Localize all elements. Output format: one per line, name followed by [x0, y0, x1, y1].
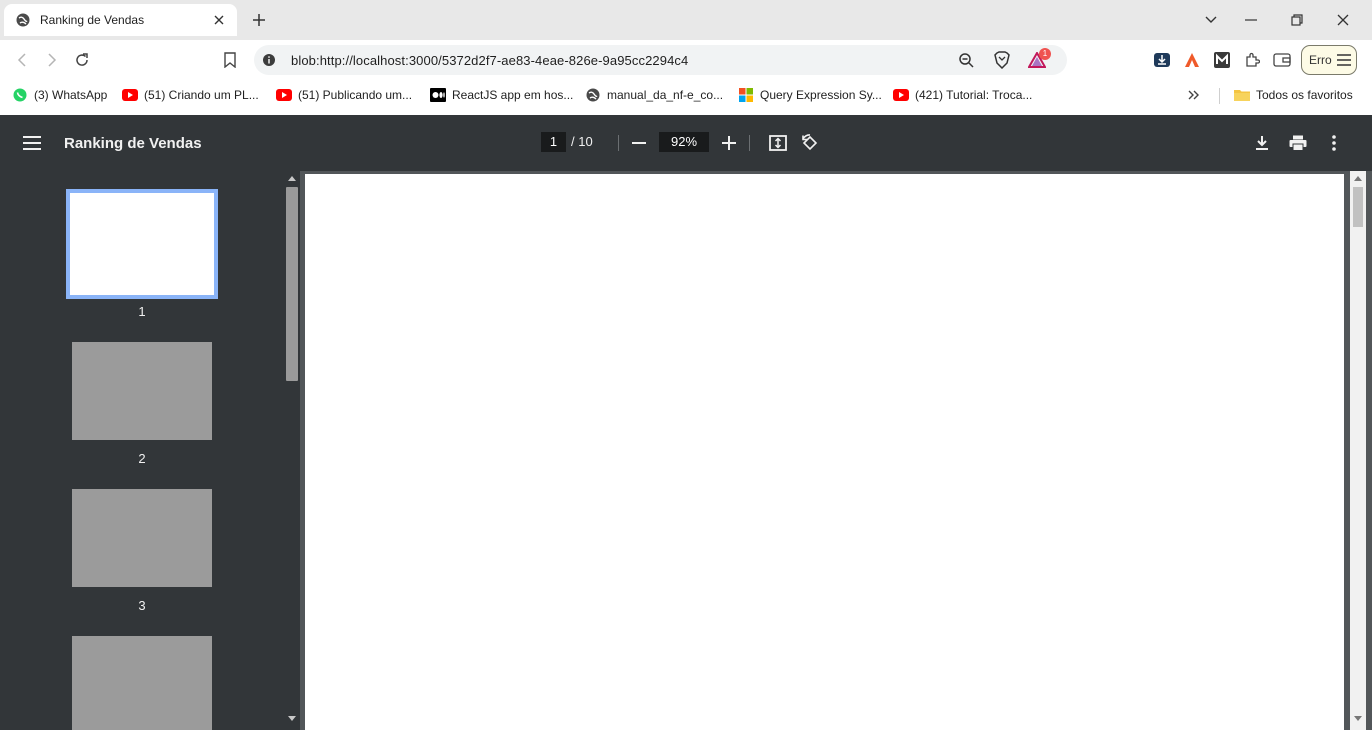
profile-error-button[interactable]: Erro: [1301, 45, 1357, 75]
bookmark-item[interactable]: Query Expression Sy...: [738, 87, 882, 103]
page-number-input[interactable]: 1: [541, 132, 566, 152]
thumbnail-label: 3: [138, 598, 146, 613]
bookmark-icon[interactable]: [220, 50, 240, 70]
globe-icon: [585, 87, 601, 103]
bookmark-item[interactable]: (421) Tutorial: Troca...: [893, 87, 1032, 103]
zoom-out-icon[interactable]: [629, 133, 649, 153]
thumbnail-label: 2: [138, 451, 146, 466]
tab-strip: Ranking de Vendas: [0, 0, 1372, 40]
youtube-icon: [276, 87, 292, 103]
folder-icon: [1234, 87, 1250, 103]
downloads-icon[interactable]: [1152, 50, 1172, 70]
tab-title: Ranking de Vendas: [40, 13, 145, 27]
fit-to-page-icon[interactable]: [768, 133, 788, 153]
profile-error-label: Erro: [1309, 53, 1332, 67]
bookmarks-bar: (3) WhatsApp (51) Criando um PL... (51) …: [0, 80, 1372, 110]
bookmark-item[interactable]: ReactJS app em hos...: [430, 87, 573, 103]
document-viewport: [300, 171, 1372, 734]
toolbar-divider: [749, 135, 750, 151]
reload-button[interactable]: [72, 50, 92, 70]
zoom-icon[interactable]: [957, 51, 975, 69]
back-button[interactable]: [12, 50, 32, 70]
page-count: / 10: [571, 134, 593, 149]
thumbnail-label: 1: [138, 304, 146, 319]
rewards-badge: 1: [1039, 48, 1051, 60]
whatsapp-icon: [12, 87, 28, 103]
address-bar[interactable]: blob:http://localhost:3000/5372d2f7-ae83…: [254, 45, 1067, 75]
url-text: blob:http://localhost:3000/5372d2f7-ae83…: [291, 53, 689, 68]
sidebar-menu-icon[interactable]: [22, 133, 42, 153]
scroll-down-arrow-icon[interactable]: [288, 716, 296, 721]
extension-m-icon[interactable]: [1212, 50, 1232, 70]
pdf-page: [305, 174, 1344, 734]
zoom-level-input[interactable]: 92%: [659, 132, 709, 152]
forward-button[interactable]: [42, 50, 62, 70]
bookmark-item[interactable]: manual_da_nf-e_co...: [585, 87, 723, 103]
print-icon[interactable]: [1288, 133, 1308, 153]
new-tab-button[interactable]: [250, 11, 268, 29]
bookmark-label: ReactJS app em hos...: [452, 88, 574, 102]
extension-a-icon[interactable]: [1182, 50, 1202, 70]
scroll-up-arrow-icon[interactable]: [1354, 176, 1362, 181]
wallet-icon[interactable]: [1272, 50, 1292, 70]
microsoft-icon: [738, 87, 754, 103]
all-bookmarks-folder[interactable]: Todos os favoritos: [1234, 87, 1353, 103]
tab-search-icon[interactable]: [1201, 10, 1221, 30]
menu-icon: [1336, 54, 1351, 66]
bookmarks-divider: [1219, 88, 1220, 104]
more-bookmarks-chevron-icon[interactable]: [1188, 87, 1200, 103]
zoom-in-icon[interactable]: [719, 133, 739, 153]
globe-icon: [16, 13, 30, 27]
bookmark-label: (51) Criando um PL...: [144, 88, 259, 102]
medium-icon: [430, 87, 446, 103]
rotate-icon[interactable]: [800, 133, 820, 153]
bookmark-label: (421) Tutorial: Troca...: [915, 88, 1033, 102]
restore-button[interactable]: [1287, 10, 1307, 30]
bookmark-label: Query Expression Sy...: [760, 88, 882, 102]
bookmark-item[interactable]: (3) WhatsApp: [12, 87, 107, 103]
all-bookmarks-label: Todos os favoritos: [1256, 88, 1353, 102]
more-options-icon[interactable]: [1324, 133, 1344, 153]
brave-shields-icon[interactable]: [993, 51, 1011, 69]
minimize-button[interactable]: [1241, 10, 1261, 30]
page-thumbnail[interactable]: [72, 342, 212, 440]
document-scroll-thumb[interactable]: [1353, 187, 1363, 227]
site-info-icon[interactable]: [260, 51, 278, 69]
extensions-icon[interactable]: [1242, 50, 1262, 70]
bookmark-item[interactable]: (51) Criando um PL...: [122, 87, 259, 103]
pdf-title: Ranking de Vendas: [64, 135, 202, 152]
close-window-button[interactable]: [1333, 10, 1353, 30]
close-tab-icon[interactable]: [211, 12, 227, 28]
youtube-icon: [893, 87, 909, 103]
sidebar-scrollbar[interactable]: [284, 171, 300, 730]
bookmark-label: (3) WhatsApp: [34, 88, 108, 102]
scroll-down-arrow-icon[interactable]: [1354, 716, 1362, 721]
bookmark-label: (51) Publicando um...: [298, 88, 413, 102]
toolbar-divider: [618, 135, 619, 151]
sidebar-scroll-thumb[interactable]: [286, 187, 298, 381]
page-thumbnail[interactable]: [72, 489, 212, 587]
youtube-icon: [122, 87, 138, 103]
pdf-toolbar: Ranking de Vendas 1 / 10 92%: [0, 115, 1372, 171]
download-icon[interactable]: [1252, 133, 1272, 153]
bookmark-label: manual_da_nf-e_co...: [607, 88, 724, 102]
page-thumbnail[interactable]: [66, 189, 218, 299]
document-scrollbar[interactable]: [1350, 171, 1366, 730]
thumbnail-sidebar: 1 2 3: [0, 171, 300, 730]
scroll-up-arrow-icon[interactable]: [288, 176, 296, 181]
bookmark-item[interactable]: (51) Publicando um...: [276, 87, 412, 103]
page-thumbnail[interactable]: [72, 636, 212, 730]
browser-tab[interactable]: Ranking de Vendas: [4, 4, 237, 36]
